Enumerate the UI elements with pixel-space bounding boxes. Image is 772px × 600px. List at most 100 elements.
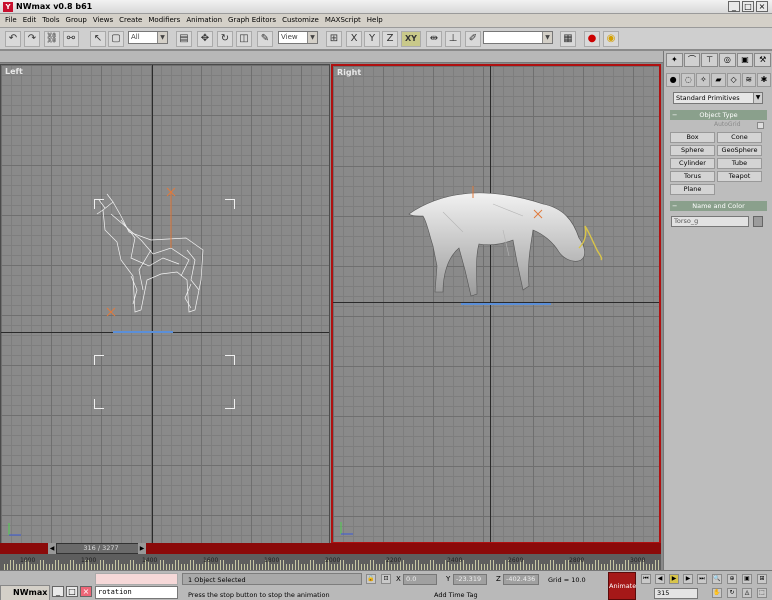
animate-button[interactable]: Animate	[608, 572, 636, 600]
restrict-y-icon[interactable]: Y	[364, 31, 380, 47]
zoom-extents-icon[interactable]: ▣	[742, 574, 752, 584]
menu-edit[interactable]: Edit	[20, 14, 40, 27]
maximize-button[interactable]: □	[66, 586, 78, 597]
object-type-rollout-header[interactable]: − Object Type	[670, 110, 767, 120]
systems-icon[interactable]: ✱	[756, 73, 771, 87]
redo-icon[interactable]: ↷	[24, 31, 40, 47]
mirror-icon[interactable]: ⇹	[426, 31, 442, 47]
cylinder-button[interactable]: Cylinder	[670, 158, 715, 169]
lock-selection-icon[interactable]: 🔒	[366, 574, 376, 584]
render-scene-icon[interactable]: ●	[584, 31, 600, 47]
maximize-button[interactable]: □	[742, 1, 754, 12]
z-coordinate-field[interactable]: -402.436	[503, 574, 539, 585]
cameras-icon[interactable]: ▰	[711, 73, 726, 87]
menu-graph-editors[interactable]: Graph Editors	[225, 14, 279, 27]
x-coordinate-field[interactable]: 0.0	[403, 574, 437, 585]
geosphere-button[interactable]: GeoSphere	[717, 145, 762, 156]
horse-wireframe-model[interactable]	[91, 180, 221, 320]
zoom-extents-all-icon[interactable]: ⊞	[757, 574, 767, 584]
menu-group[interactable]: Group	[63, 14, 90, 27]
current-frame-field[interactable]: 315	[654, 588, 698, 599]
unlink-icon[interactable]: ⚯	[63, 31, 79, 47]
close-button[interactable]: ×	[756, 1, 768, 12]
reference-coordinate-dropdown[interactable]: View ▼	[278, 31, 318, 44]
zoom-all-icon[interactable]: ⊕	[727, 574, 737, 584]
scale-icon[interactable]: ◫	[236, 31, 252, 47]
shapes-icon[interactable]: ◌	[681, 73, 696, 87]
material-editor-icon[interactable]: ▦	[560, 31, 576, 47]
play-icon[interactable]: ▶	[669, 574, 679, 584]
selection-filter-dropdown[interactable]: All ▼	[128, 31, 168, 44]
named-selection-icon[interactable]: ✐	[465, 31, 481, 47]
absolute-mode-icon[interactable]: ⊡	[381, 574, 391, 584]
maxscript-listener-output[interactable]	[95, 573, 178, 585]
display-icon[interactable]: ▣	[736, 53, 754, 67]
motion-icon[interactable]: ◎	[719, 53, 736, 67]
cone-button[interactable]: Cone	[717, 132, 762, 143]
maxscript-listener-input[interactable]: rotation	[95, 586, 178, 599]
undo-icon[interactable]: ↶	[5, 31, 21, 47]
object-color-swatch[interactable]	[753, 216, 763, 227]
minimize-button[interactable]: _	[52, 586, 64, 597]
menu-views[interactable]: Views	[90, 14, 116, 27]
viewport-left[interactable]: Left	[0, 64, 330, 544]
close-button[interactable]: ×	[80, 586, 92, 597]
field-of-view-icon[interactable]: ◬	[742, 588, 752, 598]
time-slider[interactable]: ◀ 316 / 3277 ▶	[0, 543, 661, 554]
object-name-field[interactable]: Torso_g	[671, 216, 749, 227]
restrict-x-icon[interactable]: X	[346, 31, 362, 47]
sphere-button[interactable]: Sphere	[670, 145, 715, 156]
modify-icon[interactable]: ⌒	[683, 53, 701, 67]
menu-tools[interactable]: Tools	[39, 14, 62, 27]
chevron-right-icon[interactable]: ▶	[138, 543, 146, 554]
select-and-link-icon[interactable]: ⛓	[44, 31, 60, 47]
previous-frame-icon[interactable]: ◀	[655, 574, 665, 584]
name-and-color-rollout-header[interactable]: − Name and Color	[670, 201, 767, 211]
manipulate-icon[interactable]: ✎	[257, 31, 273, 47]
named-selection-dropdown[interactable]: ▼	[483, 31, 553, 44]
hierarchy-icon[interactable]: ⊤	[701, 53, 719, 67]
viewport-left-label[interactable]: Left	[5, 67, 23, 76]
select-region-icon[interactable]: ▢	[108, 31, 124, 47]
maximize-viewport-icon[interactable]: ⬚	[757, 588, 767, 598]
select-object-icon[interactable]: ↖	[90, 31, 106, 47]
zoom-icon[interactable]: 🔍	[712, 574, 722, 584]
restrict-z-icon[interactable]: Z	[382, 31, 398, 47]
arc-rotate-icon[interactable]: ↻	[727, 588, 737, 598]
box-button[interactable]: Box	[670, 132, 715, 143]
y-coordinate-field[interactable]: -23.319	[453, 574, 487, 585]
menu-help[interactable]: Help	[364, 14, 386, 27]
autogrid-checkbox[interactable]	[757, 122, 764, 129]
go-to-end-icon[interactable]: ⏭	[697, 574, 707, 584]
primitive-category-dropdown[interactable]: Standard Primitives ▼	[673, 92, 763, 104]
helpers-icon[interactable]: ◇	[726, 73, 741, 87]
track-bar[interactable]: 1000 1200 1400 1600 1800 2000 2200 2400 2600 2800…	[0, 554, 661, 570]
chevron-left-icon[interactable]: ◀	[48, 543, 56, 554]
align-icon[interactable]: ⊥	[445, 31, 461, 47]
rotate-icon[interactable]: ↻	[217, 31, 233, 47]
teapot-button[interactable]: Teapot	[717, 171, 762, 182]
menu-create[interactable]: Create	[116, 14, 145, 27]
quick-render-icon[interactable]: ◉	[603, 31, 619, 47]
taskbar-app-button[interactable]: NWmax	[0, 585, 50, 600]
viewport-right[interactable]: Right	[331, 64, 661, 544]
torus-button[interactable]: Torus	[670, 171, 715, 182]
go-to-start-icon[interactable]: ⏮	[641, 574, 651, 584]
time-slider-thumb[interactable]: 316 / 3277	[56, 543, 146, 554]
utilities-icon[interactable]: ⚒	[754, 53, 772, 67]
minimize-button[interactable]: _	[728, 1, 740, 12]
geometry-icon[interactable]: ●	[666, 73, 681, 87]
horse-shaded-model[interactable]	[403, 186, 613, 306]
create-icon[interactable]: ✦	[666, 53, 683, 67]
viewport-right-label[interactable]: Right	[337, 68, 361, 77]
menu-maxscript[interactable]: MAXScript	[322, 14, 364, 27]
pivot-center-icon[interactable]: ⊞	[326, 31, 342, 47]
add-time-tag-button[interactable]: Add Time Tag	[434, 591, 478, 599]
menu-customize[interactable]: Customize	[279, 14, 322, 27]
plane-button[interactable]: Plane	[670, 184, 715, 195]
menu-animation[interactable]: Animation	[183, 14, 225, 27]
menu-modifiers[interactable]: Modifiers	[145, 14, 183, 27]
lights-icon[interactable]: ✧	[696, 73, 711, 87]
tube-button[interactable]: Tube	[717, 158, 762, 169]
restrict-xy-plane-button[interactable]: XY	[401, 31, 421, 47]
